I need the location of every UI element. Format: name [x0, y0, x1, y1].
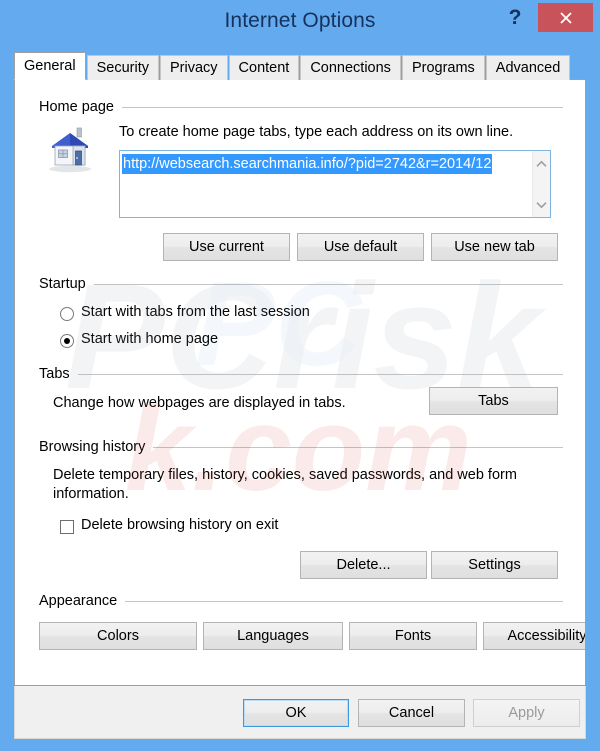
settings-button[interactable]: Settings: [431, 551, 558, 579]
home-page-url-value: http://websearch.searchmania.info/?pid=2…: [122, 154, 493, 174]
tab-content[interactable]: Content: [228, 55, 300, 80]
group-divider: [77, 373, 563, 375]
group-divider: [125, 600, 563, 602]
delete-button[interactable]: Delete...: [300, 551, 427, 579]
internet-options-window: Internet Options ? General Security Priv…: [0, 0, 600, 751]
url-textarea-scrollbar[interactable]: [532, 151, 550, 217]
use-default-button[interactable]: Use default: [297, 233, 424, 261]
apply-button: Apply: [473, 699, 580, 727]
tab-programs[interactable]: Programs: [401, 55, 485, 80]
radio-start-home-page[interactable]: [60, 334, 74, 348]
group-divider: [121, 106, 563, 108]
use-new-tab-button[interactable]: Use new tab: [431, 233, 558, 261]
chevron-up-icon[interactable]: [533, 155, 550, 172]
tab-privacy[interactable]: Privacy: [159, 55, 228, 80]
tab-general[interactable]: General: [14, 52, 86, 80]
tab-security[interactable]: Security: [86, 55, 159, 80]
tab-strip: General Security Privacy Content Connect…: [14, 52, 586, 80]
delete-history-on-exit-label: Delete browsing history on exit: [81, 517, 279, 533]
browsing-history-group-header: Browsing history: [39, 439, 563, 455]
cancel-button[interactable]: Cancel: [358, 699, 465, 727]
browsing-history-description: Delete temporary files, history, cookies…: [53, 467, 517, 502]
title-bar: Internet Options ?: [0, 0, 600, 46]
group-divider: [153, 446, 563, 448]
home-page-url-textarea[interactable]: http://websearch.searchmania.info/?pid=2…: [119, 150, 551, 218]
tabs-button[interactable]: Tabs: [429, 387, 558, 415]
delete-history-on-exit-checkbox[interactable]: [60, 520, 74, 534]
radio-start-last-session-label: Start with tabs from the last session: [81, 304, 310, 320]
ok-button[interactable]: OK: [243, 699, 349, 727]
tabs-description: Change how webpages are displayed in tab…: [53, 395, 346, 411]
accessibility-button[interactable]: Accessibility: [483, 622, 585, 650]
help-icon[interactable]: ?: [502, 4, 528, 32]
languages-button[interactable]: Languages: [203, 622, 343, 650]
tab-advanced[interactable]: Advanced: [485, 55, 571, 80]
dialog-footer: OK Cancel Apply: [14, 686, 586, 739]
startup-group-label: Startup: [39, 276, 86, 292]
startup-group-header: Startup: [39, 276, 563, 292]
radio-start-home-page-label: Start with home page: [81, 331, 219, 347]
group-divider: [93, 283, 563, 285]
tabs-group-label: Tabs: [39, 366, 70, 382]
appearance-group-header: Appearance: [39, 593, 563, 609]
chevron-down-icon[interactable]: [533, 196, 550, 213]
house-icon: [43, 123, 97, 173]
general-tab-panel: PCrisk k.com PC Home page To create home…: [14, 79, 586, 686]
use-current-button[interactable]: Use current: [163, 233, 290, 261]
fonts-button[interactable]: Fonts: [349, 622, 477, 650]
home-page-description: To create home page tabs, type each addr…: [119, 124, 514, 140]
tabs-group-header: Tabs: [39, 366, 563, 382]
radio-start-last-session[interactable]: [60, 307, 74, 321]
home-page-group-label: Home page: [39, 99, 114, 115]
browsing-history-group-label: Browsing history: [39, 439, 146, 455]
close-icon: [559, 12, 572, 24]
tab-connections[interactable]: Connections: [300, 55, 401, 80]
close-button[interactable]: [538, 3, 593, 32]
appearance-group-label: Appearance: [39, 593, 118, 609]
home-page-group-header: Home page: [39, 99, 563, 115]
colors-button[interactable]: Colors: [39, 622, 197, 650]
